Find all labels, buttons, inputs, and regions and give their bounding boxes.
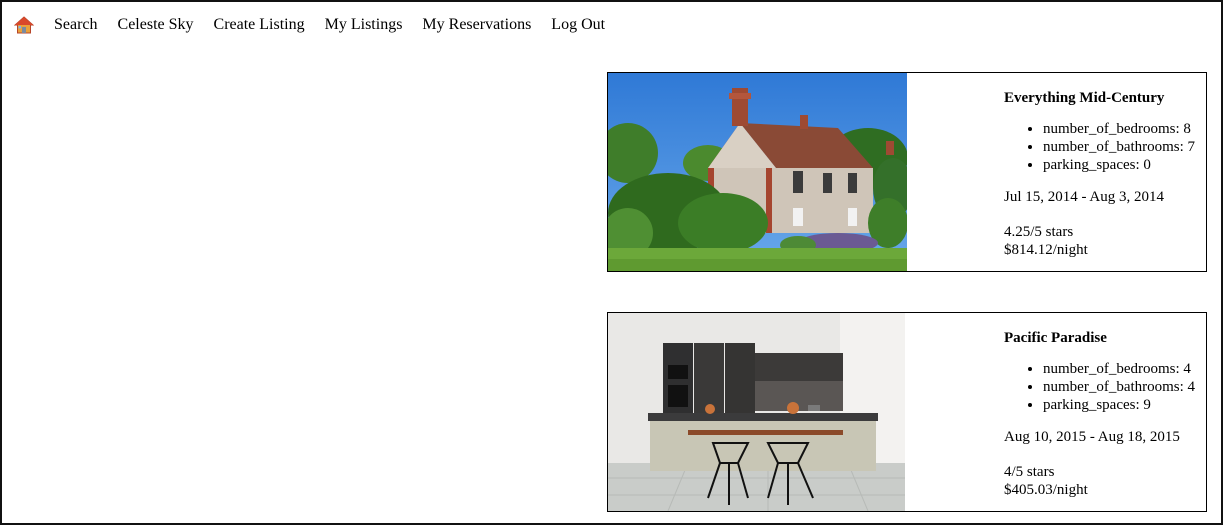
listing-features: number_of_bedrooms: 4 number_of_bathroom… bbox=[1004, 360, 1206, 414]
listing-price: $814.12/night bbox=[1004, 242, 1088, 258]
listing-rating: 4.25/5 stars bbox=[1004, 224, 1074, 240]
feature-bathrooms: number_of_bathrooms: 4 bbox=[1043, 378, 1206, 396]
listing-photo[interactable] bbox=[608, 73, 907, 271]
feature-bedrooms: number_of_bedrooms: 8 bbox=[1043, 120, 1206, 138]
listing-details: Everything Mid-Century number_of_bedroom… bbox=[1004, 89, 1206, 259]
listing-rating: 4/5 stars bbox=[1004, 464, 1055, 480]
listing-card[interactable]: Everything Mid-Century number_of_bedroom… bbox=[607, 72, 1207, 272]
listing-details: Pacific Paradise number_of_bedrooms: 4 n… bbox=[1004, 329, 1206, 499]
feature-parking: parking_spaces: 9 bbox=[1043, 396, 1206, 414]
nav-create-listing-link[interactable]: Create Listing bbox=[214, 16, 305, 34]
house-icon bbox=[14, 16, 34, 34]
listing-features: number_of_bedrooms: 8 number_of_bathroom… bbox=[1004, 120, 1206, 174]
listing-photo[interactable] bbox=[608, 313, 905, 511]
feature-bedrooms: number_of_bedrooms: 4 bbox=[1043, 360, 1206, 378]
listing-title[interactable]: Pacific Paradise bbox=[1004, 329, 1206, 347]
listing-dates: Jul 15, 2014 - Aug 3, 2014 bbox=[1004, 189, 1165, 205]
nav-search-link[interactable]: Search bbox=[54, 16, 98, 34]
brick-cottage-photo bbox=[608, 73, 907, 271]
listing-card[interactable]: Pacific Paradise number_of_bedrooms: 4 n… bbox=[607, 312, 1207, 512]
nav-my-listings-link[interactable]: My Listings bbox=[325, 16, 403, 34]
feature-bathrooms: number_of_bathrooms: 7 bbox=[1043, 138, 1206, 156]
top-nav: Search Celeste Sky Create Listing My Lis… bbox=[2, 2, 625, 48]
nav-log-out-link[interactable]: Log Out bbox=[551, 16, 605, 34]
feature-parking: parking_spaces: 0 bbox=[1043, 156, 1206, 174]
page-frame: Search Celeste Sky Create Listing My Lis… bbox=[0, 0, 1223, 525]
listing-dates: Aug 10, 2015 - Aug 18, 2015 bbox=[1004, 429, 1180, 445]
nav-profile-link[interactable]: Celeste Sky bbox=[118, 16, 194, 34]
nav-my-reservations-link[interactable]: My Reservations bbox=[422, 16, 531, 34]
listing-price: $405.03/night bbox=[1004, 482, 1088, 498]
home-link[interactable] bbox=[14, 15, 34, 35]
modern-kitchen-photo bbox=[608, 313, 905, 511]
listing-title[interactable]: Everything Mid-Century bbox=[1004, 89, 1206, 107]
